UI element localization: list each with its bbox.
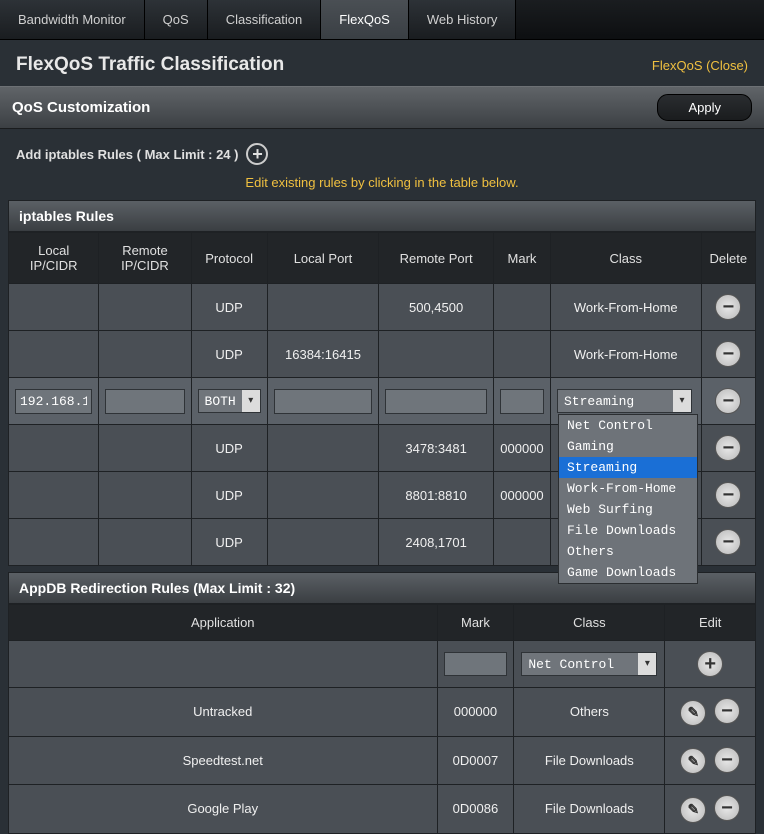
delete-icon[interactable] [715,529,741,555]
add-rules-row: Add iptables Rules ( Max Limit : 24 ) + [0,129,764,171]
col-delete: Delete [702,233,755,283]
table-row[interactable]: UDP 16384:16415 Work-From-Home [9,331,755,377]
protocol-select[interactable]: BOTH ▾ [198,389,261,413]
tab-qos[interactable]: QoS [145,0,208,39]
class-dropdown: Net Control Gaming Streaming Work-From-H… [558,414,698,584]
apply-button[interactable]: Apply [657,94,752,121]
col-edit: Edit [665,605,755,640]
class-option[interactable]: Game Downloads [559,562,697,583]
chevron-down-icon: ▾ [638,653,656,675]
appdb-row[interactable]: Untracked 000000 Others [9,688,755,736]
tab-flexqos[interactable]: FlexQoS [321,0,409,39]
appdb-new-row: Net Control ▾ [9,641,755,687]
col-class: Class [514,605,664,640]
class-select[interactable]: Streaming ▾ Net Control Gaming Streaming… [557,389,692,413]
delete-icon[interactable] [715,482,741,508]
col-class: Class [551,233,701,283]
class-option[interactable]: Net Control [559,415,697,436]
edit-icon[interactable] [680,748,706,774]
qos-customization-label: QoS Customization [12,99,150,116]
col-remote-port: Remote Port [379,233,493,283]
appdb-table: Application Mark Class Edit Net Control … [8,604,756,834]
delete-icon[interactable] [714,795,740,821]
iptables-table: Local IP/CIDR Remote IP/CIDR Protocol Lo… [8,232,756,566]
col-local-ip: Local IP/CIDR [9,233,98,283]
appdb-class-select[interactable]: Net Control ▾ [521,652,657,676]
col-remote-ip: Remote IP/CIDR [99,233,190,283]
table-row-editing[interactable]: BOTH ▾ Streaming ▾ Net Control Gaming St… [9,378,755,424]
class-option[interactable]: Gaming [559,436,697,457]
delete-icon[interactable] [714,747,740,773]
col-mark: Mark [494,233,550,283]
table-row[interactable]: UDP 500,4500 Work-From-Home [9,284,755,330]
class-option[interactable]: Others [559,541,697,562]
edit-icon[interactable] [680,700,706,726]
local-ip-input[interactable] [15,389,92,414]
delete-icon[interactable] [715,294,741,320]
remote-ip-input[interactable] [105,389,184,414]
tab-bar: Bandwidth Monitor QoS Classification Fle… [0,0,764,40]
add-rules-label: Add iptables Rules ( Max Limit : 24 ) [16,147,238,162]
tab-classification[interactable]: Classification [208,0,322,39]
col-mark: Mark [438,605,514,640]
remote-port-input[interactable] [385,389,487,414]
page-title: FlexQoS Traffic Classification [16,54,284,76]
add-rule-icon[interactable]: + [246,143,268,165]
mark-input[interactable] [500,389,544,414]
col-application: Application [9,605,437,640]
delete-icon[interactable] [715,388,741,414]
delete-icon[interactable] [715,435,741,461]
delete-icon[interactable] [714,698,740,724]
col-local-port: Local Port [268,233,379,283]
tab-bandwidth[interactable]: Bandwidth Monitor [0,0,145,39]
edit-hint: Edit existing rules by clicking in the t… [0,171,764,200]
chevron-down-icon: ▾ [242,390,260,412]
add-icon[interactable] [697,651,723,677]
class-option[interactable]: File Downloads [559,520,697,541]
iptables-caption: iptables Rules [8,200,756,232]
class-option[interactable]: Work-From-Home [559,478,697,499]
page-header: FlexQoS Traffic Classification FlexQoS (… [0,40,764,86]
close-link[interactable]: FlexQoS (Close) [652,58,748,73]
tab-webhistory[interactable]: Web History [409,0,517,39]
local-port-input[interactable] [274,389,373,414]
col-protocol: Protocol [192,233,267,283]
appdb-mark-input[interactable] [444,652,508,676]
chevron-down-icon: ▾ [673,390,691,412]
appdb-row[interactable]: Speedtest.net 0D0007 File Downloads [9,737,755,785]
class-option[interactable]: Streaming [559,457,697,478]
appdb-row[interactable]: Google Play 0D0086 File Downloads [9,785,755,833]
class-option[interactable]: Web Surfing [559,499,697,520]
delete-icon[interactable] [715,341,741,367]
qos-customization-bar: QoS Customization Apply [0,86,764,129]
edit-icon[interactable] [680,797,706,823]
